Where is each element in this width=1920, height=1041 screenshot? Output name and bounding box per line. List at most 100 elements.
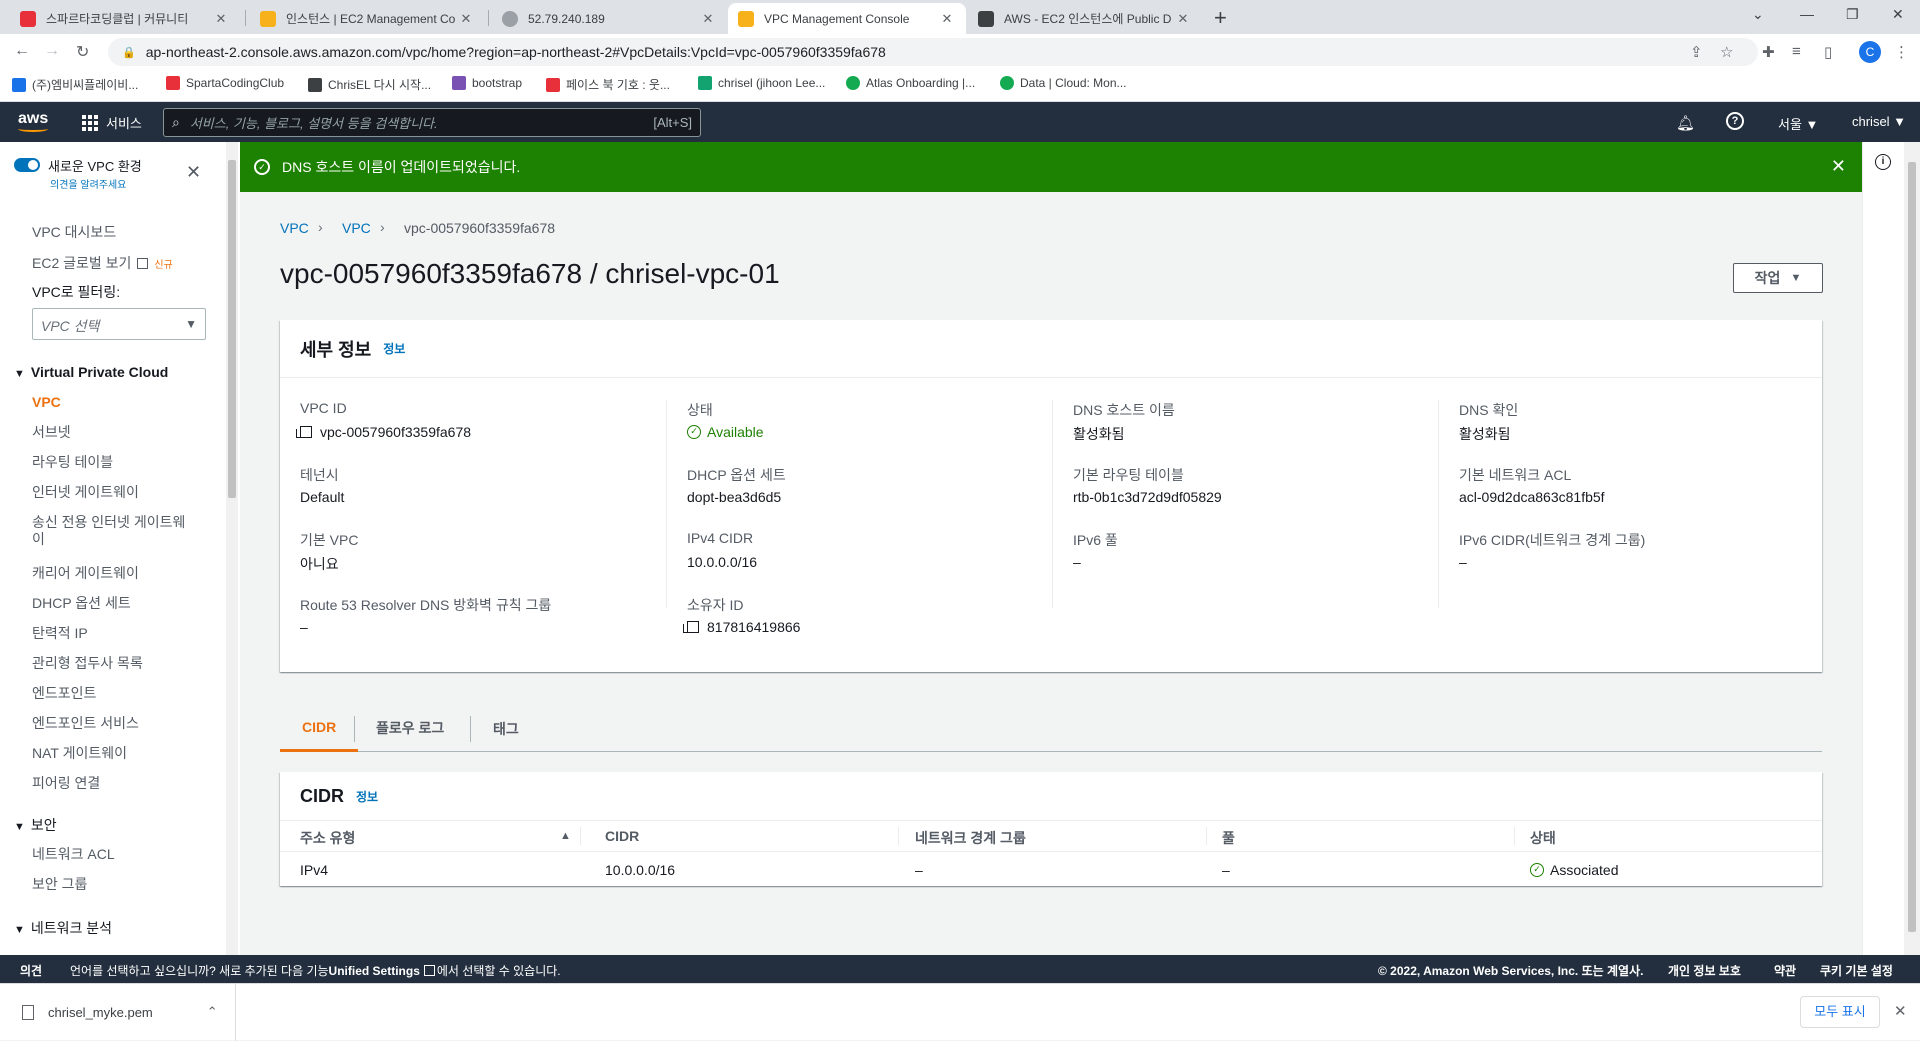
sidebar-item-ec2-global[interactable]: EC2 글로벌 보기 신규: [32, 255, 212, 274]
region-selector[interactable]: 서울 ▼: [1778, 114, 1818, 133]
sidebar-item-endpoints[interactable]: 엔드포인트: [32, 685, 192, 702]
main-network-acl-link[interactable]: acl-09d2dca863c81fb5f: [1459, 489, 1605, 505]
close-tab-icon[interactable]: ✕: [212, 11, 230, 27]
copy-icon[interactable]: [296, 426, 312, 438]
footer-terms-link[interactable]: 약관: [1774, 962, 1796, 979]
sidebar-item-dashboard[interactable]: VPC 대시보드: [32, 224, 192, 241]
sidebar-item-prefix-lists[interactable]: 관리형 접두사 목록: [32, 655, 192, 672]
bookmark-item[interactable]: SpartaCodingClub: [166, 76, 284, 90]
download-item[interactable]: chrisel_myke.pem ⌃: [22, 1004, 218, 1020]
sidebar-scrollbar[interactable]: [226, 142, 238, 955]
bookmark-item[interactable]: 페이스 북 기호 : 웃...: [546, 76, 670, 93]
copy-icon[interactable]: [683, 621, 699, 633]
column-header-state[interactable]: 상태: [1530, 828, 1556, 848]
details-info-link[interactable]: 정보: [383, 340, 405, 357]
sidebar-section-network-analysis[interactable]: ▼ 네트워크 분석: [14, 918, 112, 938]
close-sidebar-icon[interactable]: ✕: [186, 162, 201, 183]
bookmark-star-icon[interactable]: ☆: [1720, 43, 1733, 61]
bookmark-item[interactable]: ChrisEL 다시 시작...: [308, 76, 431, 93]
bookmark-item[interactable]: Data | Cloud: Mon...: [1000, 76, 1127, 90]
bookmark-item[interactable]: Atlas Onboarding |...: [846, 76, 975, 90]
tab-title: AWS - EC2 인스턴스에 Public D: [1004, 12, 1172, 26]
sidebar-item-endpoint-services[interactable]: 엔드포인트 서비스: [32, 715, 192, 732]
extensions-puzzle-icon[interactable]: ✚: [1762, 43, 1775, 61]
chevron-up-icon[interactable]: ⌃: [207, 1004, 218, 1020]
sidebar-item-subnets[interactable]: 서브넷: [32, 424, 192, 441]
unified-settings-link[interactable]: Unified Settings: [329, 964, 420, 978]
notification-bell-icon[interactable]: 🔔︎: [1676, 114, 1695, 132]
sidebar-item-route-tables[interactable]: 라우팅 테이블: [32, 454, 192, 471]
close-tab-icon[interactable]: ✕: [1174, 11, 1192, 27]
services-menu-button[interactable]: 서비스: [82, 113, 142, 132]
column-header-pool[interactable]: 풀: [1222, 828, 1235, 848]
bookmark-item[interactable]: (주)엠비씨플레이비...: [12, 76, 138, 93]
account-menu[interactable]: chrisel ▼: [1852, 114, 1906, 129]
close-tab-icon[interactable]: ✕: [938, 11, 956, 27]
sort-ascending-icon[interactable]: ▲: [560, 830, 571, 842]
window-close-icon[interactable]: ✕: [1892, 6, 1904, 23]
main-route-table-link[interactable]: rtb-0b1c3d72d9df05829: [1073, 489, 1222, 505]
sidebar-item-carrier-gateways[interactable]: 캐리어 게이트웨이: [32, 565, 192, 582]
sidebar-item-security-groups[interactable]: 보안 그룹: [32, 876, 192, 893]
forward-arrow-icon[interactable]: →: [44, 42, 60, 60]
sidebar-item-nat-gateways[interactable]: NAT 게이트웨이: [32, 745, 192, 762]
browser-tab-aws-blog[interactable]: AWS - EC2 인스턴스에 Public D ✕: [968, 3, 1202, 34]
aws-logo[interactable]: aws: [18, 110, 48, 132]
vpc-filter-select[interactable]: VPC 선택 ▼: [32, 308, 206, 340]
bookmark-item[interactable]: chrisel (jihoon Lee...: [698, 76, 825, 90]
footer-feedback-link[interactable]: 의견: [20, 962, 42, 979]
sidebar-item-dhcp-options[interactable]: DHCP 옵션 세트: [32, 595, 192, 612]
browser-tab-sparta[interactable]: 스파르타코딩클럽 | 커뮤니티 ✕: [10, 3, 240, 34]
sidebar-item-elastic-ip[interactable]: 탄력적 IP: [32, 625, 192, 642]
reading-list-icon[interactable]: ≡: [1792, 43, 1801, 60]
browser-tab-ip[interactable]: 52.79.240.189 ✕: [492, 3, 727, 34]
browser-menu-icon[interactable]: ⋮: [1894, 43, 1909, 61]
footer-privacy-link[interactable]: 개인 정보 보호: [1668, 962, 1741, 979]
console-search-input[interactable]: ⌕ 서비스, 기능, 블로그, 설명서 등을 검색합니다. [Alt+S]: [163, 108, 701, 137]
share-icon[interactable]: ⇪: [1690, 43, 1703, 61]
close-tab-icon[interactable]: ✕: [699, 11, 717, 27]
reload-icon[interactable]: ↻: [76, 42, 89, 62]
column-header-address-type[interactable]: 주소 유형: [300, 828, 355, 848]
address-bar[interactable]: 🔒 ap-northeast-2.console.aws.amazon.com/…: [108, 38, 1758, 66]
profile-avatar[interactable]: C: [1859, 41, 1881, 63]
tab-search-chevron-icon[interactable]: ⌄: [1752, 6, 1764, 23]
close-download-shelf-icon[interactable]: ✕: [1894, 1002, 1907, 1020]
restore-icon[interactable]: ❐: [1846, 6, 1859, 23]
minimize-icon[interactable]: —: [1800, 6, 1814, 22]
actions-button[interactable]: 작업 ▼: [1733, 263, 1823, 293]
bookmark-favicon-icon: [308, 77, 322, 92]
info-icon[interactable]: i: [1875, 154, 1891, 170]
sidebar-item-internet-gateways[interactable]: 인터넷 게이트웨이: [32, 484, 192, 501]
page-scrollbar[interactable]: [1904, 142, 1920, 955]
sidebar-section-vpc[interactable]: ▼ Virtual Private Cloud: [14, 364, 168, 380]
show-all-downloads-button[interactable]: 모두 표시: [1800, 996, 1880, 1028]
help-icon[interactable]: ?: [1726, 112, 1744, 130]
side-panel-icon[interactable]: ▯: [1824, 43, 1832, 61]
column-header-network-border-group[interactable]: 네트워크 경계 그룹: [915, 828, 1026, 848]
cidr-heading: CIDR: [300, 785, 344, 806]
tab-flow-logs[interactable]: 플로우 로그: [354, 704, 466, 752]
bookmark-item[interactable]: bootstrap: [452, 76, 522, 90]
breadcrumb-vpcs[interactable]: VPC: [342, 220, 371, 236]
close-tab-icon[interactable]: ✕: [457, 11, 475, 27]
sidebar-item-vpc[interactable]: VPC: [32, 394, 192, 411]
tab-cidr[interactable]: CIDR: [280, 704, 359, 752]
sidebar-item-peering[interactable]: 피어링 연결: [32, 775, 192, 792]
browser-tab-ec2[interactable]: 인스턴스 | EC2 Management Co ✕: [250, 3, 485, 34]
new-vpc-experience-toggle[interactable]: [14, 158, 40, 172]
browser-tab-vpc[interactable]: VPC Management Console ✕: [728, 3, 966, 34]
dhcp-options-link[interactable]: dopt-bea3d6d5: [687, 489, 781, 505]
tab-tags[interactable]: 태그: [470, 716, 541, 742]
sidebar-item-egress-only-igw[interactable]: 송신 전용 인터넷 게이트웨이: [32, 514, 197, 548]
feedback-link[interactable]: 의견을 알려주세요: [50, 176, 126, 191]
footer-cookie-preferences-link[interactable]: 쿠키 기본 설정: [1820, 962, 1893, 979]
breadcrumb-vpc-console[interactable]: VPC: [280, 220, 309, 236]
cidr-info-link[interactable]: 정보: [356, 788, 378, 805]
sidebar-item-network-acl[interactable]: 네트워크 ACL: [32, 846, 192, 863]
dismiss-flash-icon[interactable]: ✕: [1831, 156, 1846, 177]
back-arrow-icon[interactable]: ←: [14, 42, 30, 60]
new-tab-plus-icon[interactable]: +: [1214, 5, 1227, 31]
column-header-cidr[interactable]: CIDR: [605, 828, 639, 844]
sidebar-section-security[interactable]: ▼ 보안: [14, 815, 57, 835]
